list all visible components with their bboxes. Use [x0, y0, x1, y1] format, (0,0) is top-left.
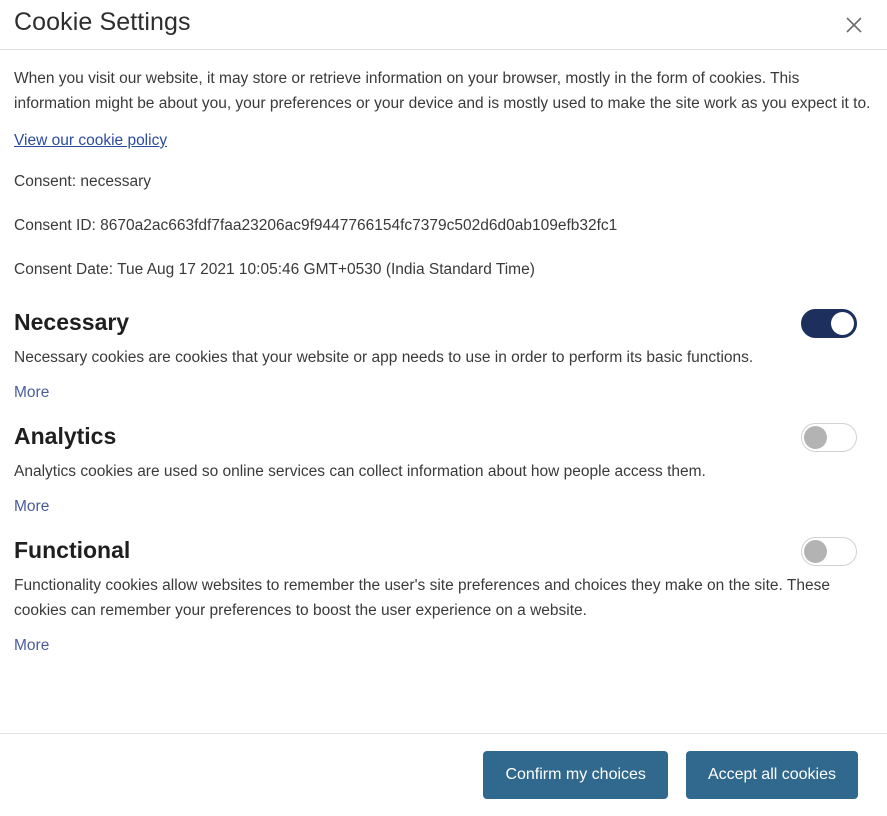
dialog-footer: Confirm my choices Accept all cookies — [0, 733, 887, 816]
consent-type: Consent: necessary — [14, 173, 151, 190]
toggle-knob — [804, 425, 827, 449]
consent-id: Consent ID: 8670a2ac663fdf7faa23206ac9f9… — [14, 217, 618, 234]
dialog-body: When you visit our website, it may store… — [0, 50, 887, 733]
category-title: Analytics — [14, 423, 117, 450]
intro-paragraph: When you visit our website, it may store… — [14, 70, 871, 112]
close-button[interactable] — [839, 10, 869, 40]
page-title: Cookie Settings — [14, 8, 191, 36]
category-header: Necessary — [14, 306, 873, 340]
dialog-header: Cookie Settings — [0, 0, 887, 50]
category-title: Necessary — [14, 309, 130, 336]
category-necessary: Necessary Necessary cookies are cookies … — [14, 306, 873, 402]
category-description: Analytics cookies are used so online ser… — [14, 463, 706, 480]
more-link-necessary[interactable]: More — [14, 384, 49, 402]
toggle-functional[interactable] — [801, 536, 857, 566]
accept-all-cookies-button[interactable]: Accept all cookies — [685, 751, 858, 799]
toggle-knob — [831, 311, 854, 335]
category-functional: Functional Functionality cookies allow w… — [14, 534, 873, 655]
more-link-functional[interactable]: More — [14, 637, 49, 655]
category-header: Analytics — [14, 420, 873, 454]
consent-date: Consent Date: Tue Aug 17 2021 10:05:46 G… — [14, 261, 535, 278]
toggle-knob — [804, 539, 827, 563]
category-title: Functional — [14, 537, 131, 564]
category-description: Necessary cookies are cookies that your … — [14, 349, 754, 366]
cookie-settings-dialog: Cookie Settings When you visit our websi… — [0, 0, 887, 816]
category-header: Functional — [14, 534, 873, 568]
category-description: Functionality cookies allow websites to … — [14, 577, 830, 619]
toggle-necessary[interactable] — [801, 308, 857, 338]
category-analytics: Analytics Analytics cookies are used so … — [14, 420, 873, 516]
confirm-my-choices-button[interactable]: Confirm my choices — [483, 751, 668, 799]
policy-link-container: View our cookie policy — [14, 132, 873, 150]
more-link-analytics[interactable]: More — [14, 498, 49, 516]
toggle-analytics[interactable] — [801, 422, 857, 452]
cookie-policy-link[interactable]: View our cookie policy — [14, 132, 167, 149]
close-icon — [843, 14, 865, 36]
